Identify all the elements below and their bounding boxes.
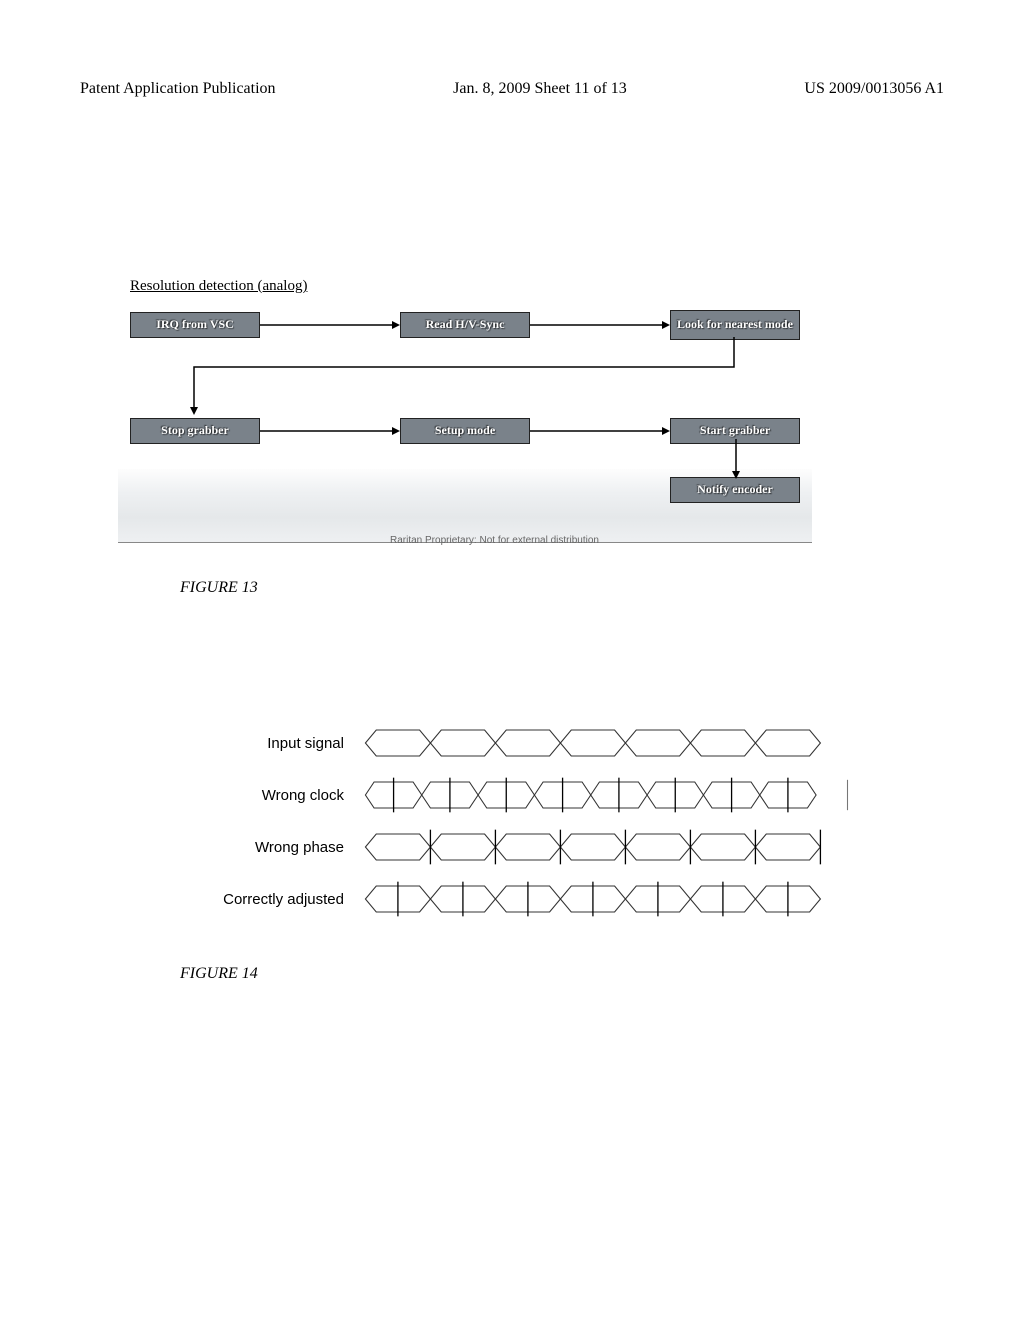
- fig14-caption: FIGURE 14: [180, 965, 944, 983]
- node-setup: Setup mode: [400, 418, 530, 444]
- arrow-irq-read: [260, 319, 400, 331]
- row-input: Input signal: [180, 717, 880, 769]
- label-input: Input signal: [180, 735, 360, 752]
- row-wrongphase: Wrong phase: [180, 821, 880, 873]
- label-wrongclock: Wrong clock: [180, 787, 360, 804]
- node-read: Read H/V-Sync: [400, 312, 530, 338]
- arrow-setup-start: [530, 425, 670, 437]
- label-correct: Correctly adjusted: [180, 891, 360, 908]
- arrow-start-notify: [728, 439, 744, 479]
- fig14: Input signal Wrong clock: [180, 717, 880, 925]
- header-left: Patent Application Publication: [80, 80, 276, 98]
- label-wrongphase: Wrong phase: [180, 839, 360, 856]
- header-mid: Jan. 8, 2009 Sheet 11 of 13: [453, 80, 627, 98]
- row-wrongclock: Wrong clock: [180, 769, 880, 821]
- node-stop: Stop grabber: [130, 418, 260, 444]
- flow-row-3: Notify encoder: [130, 477, 800, 503]
- flow-row-2: Stop grabber Setup mode Start grabber: [130, 413, 800, 449]
- wrong-clock-diagram: [360, 773, 880, 817]
- wrong-phase-diagram: [360, 825, 880, 869]
- page-header: Patent Application Publication Jan. 8, 2…: [80, 80, 944, 98]
- node-lookfor: Look for nearest mode: [670, 310, 800, 340]
- node-notify: Notify encoder: [670, 477, 800, 503]
- fig13-caption: FIGURE 13: [180, 579, 944, 597]
- correct-diagram: [360, 877, 880, 921]
- input-signal-diagram: [360, 721, 880, 765]
- node-irq: IRQ from VSC: [130, 312, 260, 338]
- page: Patent Application Publication Jan. 8, 2…: [0, 0, 1024, 1320]
- fig13-title: Resolution detection (analog): [130, 278, 944, 295]
- row-correct: Correctly adjusted: [180, 873, 880, 925]
- proprietary-note: Raritan Proprietary: Not for external di…: [390, 535, 599, 546]
- header-right: US 2009/0013056 A1: [804, 80, 944, 98]
- arrow-read-lookfor: [530, 319, 670, 331]
- arrow-lookfor-stop: [184, 337, 744, 417]
- fig13-flowchart: IRQ from VSC Read H/V-Sync Look for near…: [130, 307, 800, 547]
- arrow-stop-setup: [260, 425, 400, 437]
